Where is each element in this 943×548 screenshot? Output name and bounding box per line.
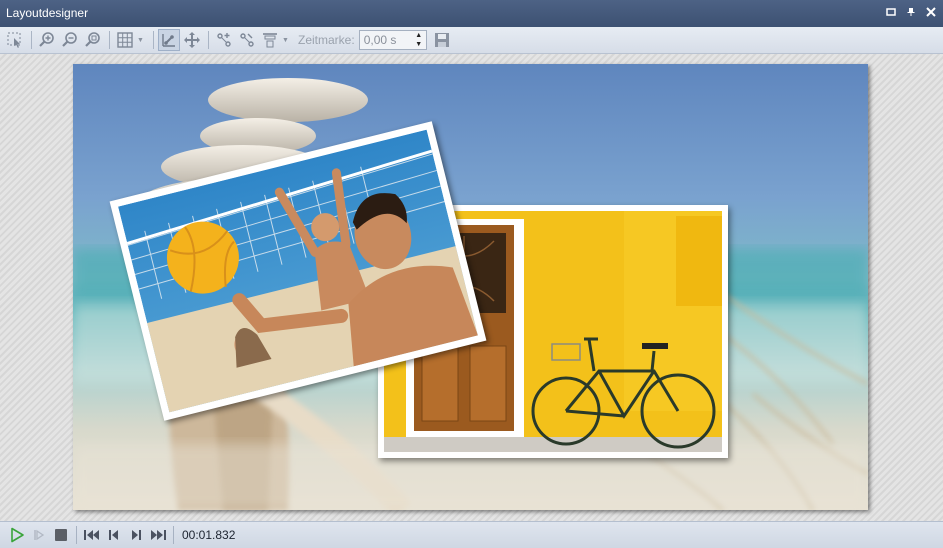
path-edit-icon[interactable] [236, 29, 258, 51]
align-dropdown-icon[interactable]: ▼ [282, 37, 290, 44]
skip-start-icon[interactable] [81, 524, 103, 546]
zoom-in-icon[interactable] [36, 29, 58, 51]
window-title: Layoutdesigner [6, 6, 89, 20]
time-marker-label: Zeitmarke: [298, 33, 355, 47]
spin-down-icon[interactable]: ▼ [415, 41, 422, 48]
playback-bar: 00:01.832 [0, 521, 943, 548]
grid-icon[interactable] [114, 29, 136, 51]
pin-icon[interactable] [905, 6, 917, 18]
layout-canvas[interactable] [73, 64, 868, 510]
close-icon[interactable] [925, 6, 937, 18]
play-from-icon[interactable] [28, 524, 50, 546]
time-marker-stepper[interactable]: ▲ ▼ [358, 30, 427, 50]
align-icon[interactable] [259, 29, 281, 51]
restore-icon[interactable] [885, 6, 897, 18]
workspace [0, 54, 943, 521]
time-marker-input[interactable] [359, 31, 414, 49]
path-add-icon[interactable] [213, 29, 235, 51]
zoom-fit-icon[interactable] [82, 29, 104, 51]
play-icon[interactable] [6, 524, 28, 546]
save-icon[interactable] [431, 29, 453, 51]
playback-time: 00:01.832 [182, 528, 236, 542]
next-frame-icon[interactable] [125, 524, 147, 546]
title-bar: Layoutdesigner [0, 0, 943, 27]
stop-icon[interactable] [50, 524, 72, 546]
toolbar: ▼ ▼ Zeitmarke: ▲ ▼ [0, 27, 943, 54]
zoom-out-icon[interactable] [59, 29, 81, 51]
guides-icon[interactable] [158, 29, 180, 51]
window-controls [885, 6, 937, 18]
prev-frame-icon[interactable] [103, 524, 125, 546]
move-icon[interactable] [181, 29, 203, 51]
grid-dropdown-icon[interactable]: ▼ [137, 37, 145, 44]
spin-up-icon[interactable]: ▲ [415, 32, 422, 39]
skip-end-icon[interactable] [147, 524, 169, 546]
selection-icon[interactable] [4, 29, 26, 51]
